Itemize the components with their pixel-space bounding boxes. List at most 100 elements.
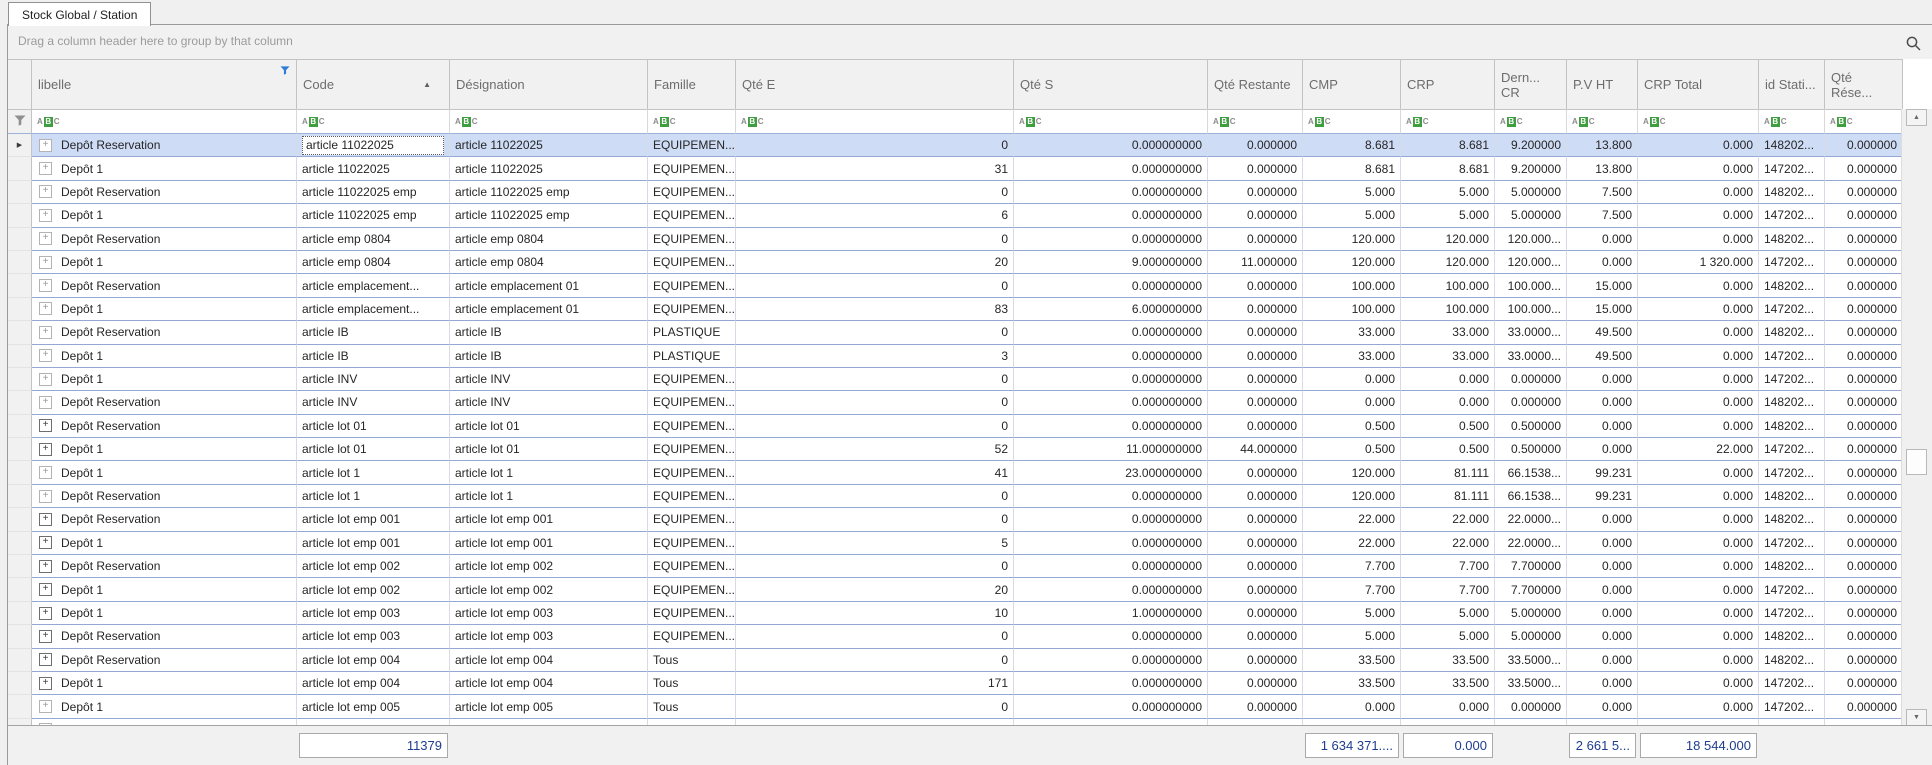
expand-icon[interactable]: +	[39, 279, 52, 292]
cell-crp_total[interactable]: 0.000	[1638, 157, 1759, 180]
cell-qte_rese[interactable]: 0.000000	[1825, 368, 1903, 391]
cell-crp[interactable]: 0.000	[1401, 368, 1495, 391]
cell-qte_e[interactable]: 52	[736, 438, 1014, 461]
cell-code[interactable]: article INV	[297, 368, 450, 391]
cell-crp[interactable]: 8.681	[1401, 134, 1495, 157]
cell-qte_restante[interactable]: 0.000000	[1208, 602, 1303, 625]
cell-dern_cr[interactable]: 120.000...	[1495, 228, 1567, 251]
expand-icon[interactable]: +	[39, 396, 52, 409]
cell-crp_total[interactable]: 1 320.000	[1638, 251, 1759, 274]
table-row[interactable]: +Depôt Reservationarticle lot emp 001art…	[8, 508, 1903, 531]
cell-qte_s[interactable]: 0.000000000	[1014, 345, 1208, 368]
cell-code[interactable]: article lot 01	[297, 438, 450, 461]
cell-qte_restante[interactable]: 0.000000	[1208, 181, 1303, 204]
cell-qte_e[interactable]: 83	[736, 298, 1014, 321]
cell-qte_rese[interactable]: 0.000000	[1825, 461, 1903, 484]
cell-designation[interactable]: article emplacement 01	[450, 298, 648, 321]
expand-icon[interactable]: +	[39, 302, 52, 315]
table-row[interactable]: +Depôt Reservationarticle lot emp 004art…	[8, 649, 1903, 672]
cell-pv_ht[interactable]: 0.000	[1567, 391, 1638, 414]
cell-designation[interactable]: article INV	[450, 391, 648, 414]
cell-crp[interactable]: 120.000	[1401, 251, 1495, 274]
cell-dern_cr[interactable]: 100.000...	[1495, 274, 1567, 297]
column-header-crp[interactable]: CRP	[1401, 59, 1495, 109]
cell-designation[interactable]: article lot 01	[450, 438, 648, 461]
cell-qte_restante[interactable]: 0.000000	[1208, 461, 1303, 484]
cell-code[interactable]: article IB	[297, 345, 450, 368]
table-row[interactable]: +Depôt 1article lot emp 002article lot e…	[8, 578, 1903, 601]
cell-qte_e[interactable]: 0	[736, 555, 1014, 578]
cell-code[interactable]: article lot emp 003	[297, 625, 450, 648]
cell-qte_s[interactable]: 9.000000000	[1014, 251, 1208, 274]
cell-dern_cr[interactable]: 33.5000...	[1495, 649, 1567, 672]
cell-famille[interactable]: PLASTIQUE	[648, 321, 736, 344]
cell-qte_rese[interactable]: 0.000000	[1825, 438, 1903, 461]
cell-id_station[interactable]: 147202...	[1759, 345, 1825, 368]
vertical-scrollbar[interactable]: ▲ ▼	[1901, 109, 1932, 726]
expand-icon[interactable]: +	[39, 700, 52, 713]
cell-crp_total[interactable]: 0.000	[1638, 672, 1759, 695]
cell-code[interactable]: article 11022025	[297, 157, 450, 180]
cell-designation[interactable]: article 11022025 emp	[450, 204, 648, 227]
cell-qte_restante[interactable]: 0.000000	[1208, 508, 1303, 531]
cell-pv_ht[interactable]: 99.231	[1567, 485, 1638, 508]
cell-qte_restante[interactable]: 0.000000	[1208, 485, 1303, 508]
cell-qte_s[interactable]: 1.000000000	[1014, 602, 1208, 625]
cell-qte_rese[interactable]: 0.000000	[1825, 251, 1903, 274]
table-row[interactable]: +Depôt 1article INVarticle INVEQUIPEMEN.…	[8, 368, 1903, 391]
cell-id_station[interactable]: 147202...	[1759, 578, 1825, 601]
cell-crp_total[interactable]: 0.000	[1638, 368, 1759, 391]
cell-dern_cr[interactable]: 66.1538...	[1495, 485, 1567, 508]
table-row[interactable]: +Depôt Reservationarticle emp 0804articl…	[8, 228, 1903, 251]
cell-code[interactable]: article emp 0804	[297, 251, 450, 274]
cell-qte_rese[interactable]: 0.000000	[1825, 625, 1903, 648]
cell-cmp[interactable]: 120.000	[1303, 228, 1401, 251]
filter-cell-pv_ht[interactable]: ABC	[1567, 109, 1638, 134]
cell-crp_total[interactable]: 0.000	[1638, 532, 1759, 555]
cell-famille[interactable]: EQUIPEMEN...	[648, 204, 736, 227]
cell-qte_s[interactable]: 0.000000000	[1014, 368, 1208, 391]
cell-qte_s[interactable]: 0.000000000	[1014, 391, 1208, 414]
cell-dern_cr[interactable]: 100.000...	[1495, 298, 1567, 321]
cell-pv_ht[interactable]: 0.000	[1567, 578, 1638, 601]
column-header-pv_ht[interactable]: P.V HT	[1567, 59, 1638, 109]
cell-qte_rese[interactable]: 0.000000	[1825, 391, 1903, 414]
cell-code[interactable]: article lot emp 003	[297, 602, 450, 625]
cell-dern_cr[interactable]: 22.0000...	[1495, 508, 1567, 531]
cell-qte_restante[interactable]: 0.000000	[1208, 672, 1303, 695]
cell-qte_e[interactable]: 6	[736, 204, 1014, 227]
cell-qte_e[interactable]: 0	[736, 391, 1014, 414]
cell-qte_s[interactable]: 0.000000000	[1014, 695, 1208, 718]
cell-id_station[interactable]: 147202...	[1759, 157, 1825, 180]
cell-id_station[interactable]: 148202...	[1759, 181, 1825, 204]
cell-pv_ht[interactable]: 0.000	[1567, 228, 1638, 251]
cell-famille[interactable]: EQUIPEMEN...	[648, 461, 736, 484]
cell-crp[interactable]: 22.000	[1401, 532, 1495, 555]
cell-id_station[interactable]: 148202...	[1759, 391, 1825, 414]
cell-dern_cr[interactable]: 7.700000	[1495, 555, 1567, 578]
cell-pv_ht[interactable]: 7.500	[1567, 204, 1638, 227]
table-row[interactable]: +Depôt 1article emp 0804article emp 0804…	[8, 251, 1903, 274]
cell-qte_restante[interactable]: 0.000000	[1208, 134, 1303, 157]
cell-crp[interactable]: 5.000	[1401, 602, 1495, 625]
cell-designation[interactable]: article lot emp 004	[450, 649, 648, 672]
cell-crp[interactable]: 0.000	[1401, 391, 1495, 414]
cell-famille[interactable]: EQUIPEMEN...	[648, 625, 736, 648]
cell-dern_cr[interactable]: 120.000...	[1495, 251, 1567, 274]
cell-crp_total[interactable]: 0.000	[1638, 345, 1759, 368]
column-header-qte_e[interactable]: Qté E	[736, 59, 1014, 109]
cell-id_station[interactable]: 147202...	[1759, 204, 1825, 227]
column-header-qte_restante[interactable]: Qté Restante	[1208, 59, 1303, 109]
cell-code[interactable]: article 11022025 emp	[297, 204, 450, 227]
cell-designation[interactable]: article emp 0804	[450, 228, 648, 251]
cell-qte_e[interactable]: 0	[736, 695, 1014, 718]
expand-icon[interactable]: +	[39, 419, 52, 432]
cell-pv_ht[interactable]: 49.500	[1567, 345, 1638, 368]
column-header-famille[interactable]: Famille	[648, 59, 736, 109]
cell-crp[interactable]: 0.500	[1401, 415, 1495, 438]
cell-cmp[interactable]: 33.500	[1303, 672, 1401, 695]
cell-crp[interactable]: 33.500	[1401, 672, 1495, 695]
cell-crp_total[interactable]: 0.000	[1638, 134, 1759, 157]
cell-id_station[interactable]: 147202...	[1759, 461, 1825, 484]
cell-qte_restante[interactable]: 0.000000	[1208, 274, 1303, 297]
